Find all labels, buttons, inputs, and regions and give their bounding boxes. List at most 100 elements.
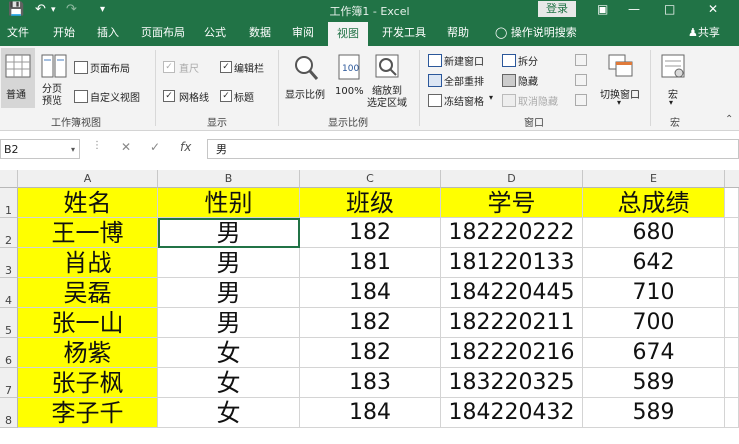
split-button[interactable]: 拆分: [502, 53, 546, 68]
header-cell[interactable]: 总成绩: [583, 188, 725, 218]
table-cell[interactable]: [725, 338, 739, 368]
table-cell[interactable]: 张子枫: [18, 368, 158, 398]
tab-file[interactable]: 文件: [0, 20, 36, 46]
formula-bar-checkbox[interactable]: ✓ 编辑栏: [220, 60, 276, 75]
row-header[interactable]: 3: [0, 248, 18, 278]
table-cell[interactable]: 184220445: [441, 278, 583, 308]
zoom-100-button[interactable]: 100 100%: [333, 48, 367, 110]
enter-icon[interactable]: ✓: [150, 140, 160, 154]
maximize-icon[interactable]: □: [664, 1, 675, 17]
table-cell[interactable]: 王一博: [18, 218, 158, 248]
column-header-d[interactable]: D: [441, 170, 583, 188]
row-header[interactable]: 1: [0, 188, 18, 218]
table-cell[interactable]: [725, 218, 739, 248]
row-header[interactable]: 7: [0, 368, 18, 398]
table-cell[interactable]: 182220216: [441, 338, 583, 368]
table-cell[interactable]: 700: [583, 308, 725, 338]
table-cell[interactable]: 女: [158, 338, 300, 368]
table-cell[interactable]: 184: [300, 398, 441, 428]
table-cell[interactable]: 杨紫: [18, 338, 158, 368]
table-cell[interactable]: 李子千: [18, 398, 158, 428]
table-cell[interactable]: [725, 188, 739, 218]
table-cell[interactable]: 肖战: [18, 248, 158, 278]
custom-views-button[interactable]: 自定义视图: [74, 89, 148, 104]
table-cell[interactable]: 184: [300, 278, 441, 308]
table-cell[interactable]: 589: [583, 398, 725, 428]
close-icon[interactable]: ✕: [708, 1, 718, 17]
table-cell[interactable]: 男: [158, 218, 300, 248]
table-cell[interactable]: 182220222: [441, 218, 583, 248]
table-cell[interactable]: [725, 278, 739, 308]
select-all-corner[interactable]: [0, 170, 18, 188]
tab-page-layout[interactable]: 页面布局: [134, 20, 192, 46]
normal-view-button[interactable]: 普通: [1, 48, 35, 108]
header-cell[interactable]: 性别: [158, 188, 300, 218]
table-cell[interactable]: 183: [300, 368, 441, 398]
header-cell[interactable]: 学号: [441, 188, 583, 218]
table-cell[interactable]: 182: [300, 308, 441, 338]
table-cell[interactable]: [725, 398, 739, 428]
table-cell[interactable]: 183220325: [441, 368, 583, 398]
table-cell[interactable]: [725, 308, 739, 338]
share-button[interactable]: ♟共享: [688, 20, 720, 46]
table-cell[interactable]: 女: [158, 368, 300, 398]
table-cell[interactable]: 吴磊: [18, 278, 158, 308]
zoom-button[interactable]: 显示比例: [283, 48, 329, 110]
zoom-to-selection-button[interactable]: 缩放到 选定区域: [366, 48, 410, 110]
header-cell[interactable]: 班级: [300, 188, 441, 218]
table-cell[interactable]: 182: [300, 218, 441, 248]
tell-me-search[interactable]: ◯ 操作说明搜索: [495, 20, 577, 46]
header-cell[interactable]: 姓名: [18, 188, 158, 218]
tab-developer[interactable]: 开发工具: [374, 20, 434, 46]
column-header-b[interactable]: B: [158, 170, 300, 188]
tab-view[interactable]: 视图: [328, 22, 368, 46]
column-header-e[interactable]: E: [583, 170, 725, 188]
chevron-down-icon[interactable]: ▾: [71, 140, 75, 160]
macros-button[interactable]: 宏 ▾: [656, 48, 692, 110]
formula-input[interactable]: 男: [207, 139, 739, 159]
ribbon-display-options-icon[interactable]: ▣: [597, 1, 608, 17]
table-cell[interactable]: [725, 368, 739, 398]
table-cell[interactable]: 男: [158, 248, 300, 278]
table-cell[interactable]: 181: [300, 248, 441, 278]
table-cell[interactable]: 589: [583, 368, 725, 398]
arrange-all-button[interactable]: 全部重排: [428, 73, 498, 88]
table-cell[interactable]: 182220211: [441, 308, 583, 338]
switch-windows-button[interactable]: 切换窗口 ▾: [598, 48, 644, 110]
tab-review[interactable]: 审阅: [285, 20, 321, 46]
tab-help[interactable]: 帮助: [440, 20, 476, 46]
cancel-icon[interactable]: ✕: [121, 140, 131, 154]
insert-function-icon[interactable]: fx: [180, 140, 191, 154]
tab-insert[interactable]: 插入: [88, 20, 128, 46]
table-cell[interactable]: 184220432: [441, 398, 583, 428]
table-cell[interactable]: 680: [583, 218, 725, 248]
page-break-preview-button[interactable]: 分页 预览: [38, 48, 70, 110]
row-header[interactable]: 6: [0, 338, 18, 368]
name-box[interactable]: B2 ▾: [0, 139, 80, 159]
table-cell[interactable]: 642: [583, 248, 725, 278]
table-cell[interactable]: 710: [583, 278, 725, 308]
table-cell[interactable]: [725, 248, 739, 278]
new-window-button[interactable]: 新建窗口: [428, 53, 498, 68]
minimize-icon[interactable]: —: [628, 1, 640, 17]
freeze-panes-button[interactable]: 冻结窗格 ▾: [428, 93, 500, 108]
headings-checkbox[interactable]: ✓ 标题: [220, 89, 266, 104]
table-cell[interactable]: 男: [158, 278, 300, 308]
table-cell[interactable]: 男: [158, 308, 300, 338]
login-button[interactable]: 登录: [538, 1, 576, 17]
collapse-ribbon-icon[interactable]: ⌃: [725, 114, 733, 125]
table-cell[interactable]: 女: [158, 398, 300, 428]
row-header[interactable]: 8: [0, 398, 18, 428]
row-header[interactable]: 2: [0, 218, 18, 248]
table-cell[interactable]: 674: [583, 338, 725, 368]
tab-formulas[interactable]: 公式: [197, 20, 233, 46]
tab-home[interactable]: 开始: [44, 20, 84, 46]
tab-data[interactable]: 数据: [242, 20, 278, 46]
table-cell[interactable]: 182: [300, 338, 441, 368]
table-cell[interactable]: 181220133: [441, 248, 583, 278]
column-header-a[interactable]: A: [18, 170, 158, 188]
table-cell[interactable]: 张一山: [18, 308, 158, 338]
column-header-c[interactable]: C: [300, 170, 441, 188]
hide-button[interactable]: 隐藏: [502, 73, 546, 88]
row-header[interactable]: 4: [0, 278, 18, 308]
